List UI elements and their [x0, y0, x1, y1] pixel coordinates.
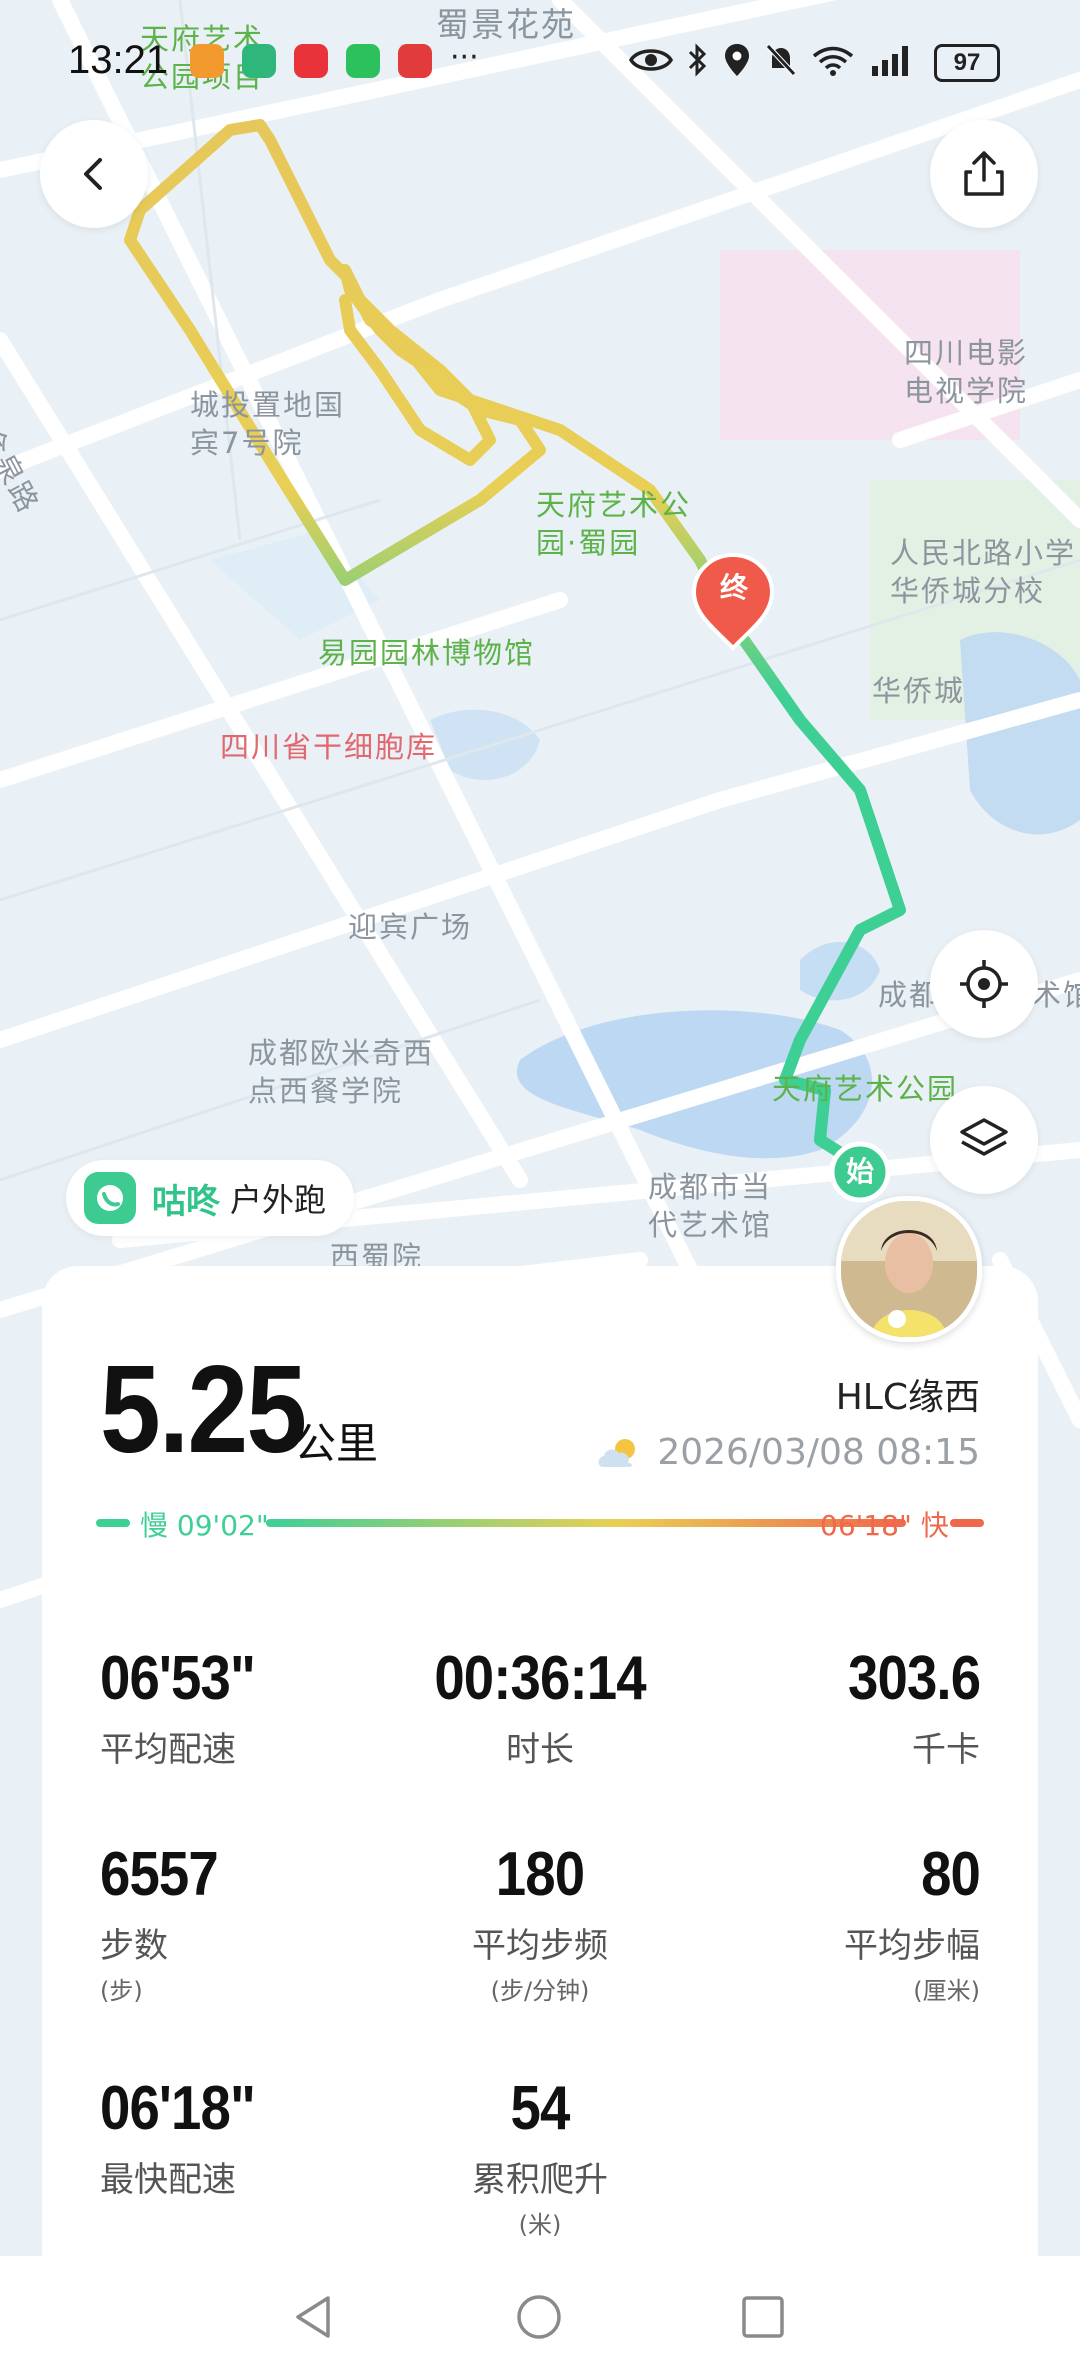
- pace-fast-label: 06'18" 快: [820, 1509, 949, 1542]
- chevron-left-icon: [84, 158, 102, 190]
- username: HLC缘西: [835, 1377, 980, 1418]
- location-icon: [725, 44, 749, 76]
- stat-value: 06'18": [100, 2074, 256, 2143]
- stat-cadence: 180 平均步频 (步/分钟): [390, 1840, 690, 2006]
- activity-datetime-row: 2026/03/08 08:15: [595, 1432, 980, 1473]
- eye-icon: [628, 49, 674, 71]
- stat-label: 千卡: [912, 1730, 980, 1770]
- map-label: 成都市当 代艺术馆: [648, 1170, 773, 1242]
- battery-indicator: 97: [934, 44, 1000, 82]
- stat-calories: 303.6 千卡: [830, 1644, 981, 1771]
- stat-stride: 80 平均步幅 (厘米): [844, 1840, 981, 2006]
- stat-value: 54: [510, 2074, 571, 2143]
- stat-value: 00:36:14: [434, 1644, 646, 1713]
- more-notifications-icon: ···: [450, 40, 479, 75]
- share-icon: [964, 151, 1004, 196]
- avatar[interactable]: [836, 1196, 982, 1342]
- notification-app-icon: [242, 44, 276, 78]
- stat-label: 最快配速: [100, 2160, 236, 2200]
- map-label: 四川省干细胞库: [220, 730, 438, 764]
- stat-steps: 6557 步数 (步): [100, 1840, 234, 2006]
- end-marker-label: 终: [719, 571, 748, 604]
- partly-cloudy-icon: [598, 1438, 636, 1467]
- stat-label: 累积爬升: [472, 2160, 608, 2200]
- locate-button[interactable]: [930, 930, 1038, 1038]
- stat-label: 平均配速: [100, 1730, 236, 1770]
- back-button[interactable]: [40, 120, 148, 228]
- codoon-logo-icon: [84, 1172, 136, 1224]
- nav-recents-button[interactable]: [740, 2294, 786, 2340]
- map-label: 天府艺术公 园·蜀园: [536, 488, 692, 560]
- stat-label: 平均步幅: [844, 1926, 980, 1966]
- map-label: 四川电影 电视学院: [904, 336, 1029, 408]
- map-label: 迎宾广场: [348, 910, 473, 944]
- map-label: 城投置地国 宾7号院: [190, 388, 346, 460]
- wechat-icon: [346, 44, 380, 78]
- map-label: 易园园林博物馆: [318, 636, 536, 670]
- stat-unit: (步): [100, 1977, 143, 2005]
- stat-label: 时长: [506, 1730, 574, 1770]
- nav-back-button[interactable]: [290, 2292, 336, 2342]
- system-nav-bar: [0, 2256, 1080, 2373]
- map-layers-button[interactable]: [930, 1086, 1038, 1194]
- notification-app-icon: [294, 44, 328, 78]
- distance-value: 5.25: [100, 1341, 307, 1479]
- stat-duration: 00:36:14 时长: [390, 1644, 690, 1771]
- stat-unit: (步/分钟): [490, 1977, 590, 2005]
- stat-value: 06'53": [100, 1644, 256, 1713]
- stat-value: 80: [921, 1840, 981, 1909]
- app-sport-badge: 咕咚 户外跑: [66, 1160, 355, 1236]
- wifi-icon: [812, 46, 854, 76]
- notification-app-icon: [190, 44, 224, 78]
- stat-value: 303.6: [847, 1644, 981, 1713]
- stat-label: 平均步频: [472, 1926, 608, 1966]
- cellular-signal-icon: [872, 46, 908, 76]
- mute-bell-icon: [766, 44, 796, 76]
- activity-datetime: 2026/03/08 08:15: [657, 1432, 980, 1473]
- stat-label: 步数: [100, 1926, 168, 1966]
- crosshair-icon: [960, 960, 1008, 1008]
- notification-app-icon: [398, 44, 432, 78]
- stat-unit: (米): [518, 2211, 562, 2239]
- share-button[interactable]: [930, 120, 1038, 228]
- map-label: 成都欧米奇西 点西餐学院: [248, 1036, 435, 1108]
- stat-avg-pace: 06'53" 平均配速: [100, 1644, 276, 1771]
- sport-type: 户外跑: [230, 1181, 327, 1219]
- map-label: 天府艺术公园: [772, 1072, 959, 1106]
- map-label: 人民北路小学 华侨城分校: [890, 536, 1077, 608]
- pace-slow-label: 慢 09'02": [140, 1509, 269, 1542]
- map-label: 华侨城: [872, 674, 966, 708]
- status-bar: 13:21 ··· 97: [0, 0, 1080, 120]
- status-time: 13:21: [68, 38, 169, 82]
- stat-fastest-pace: 06'18" 最快配速: [100, 2074, 276, 2201]
- stat-unit: (厘米): [913, 1977, 980, 2005]
- stat-value: 180: [495, 1840, 585, 1909]
- layers-icon: [960, 1118, 1008, 1156]
- bluetooth-icon: [688, 43, 707, 77]
- stat-elevation-gain: 54 累积爬升 (米): [390, 2074, 690, 2240]
- app-brand-name: 咕咚: [152, 1181, 220, 1222]
- distance-unit: 公里: [294, 1419, 379, 1468]
- start-marker-label: 始: [845, 1155, 874, 1188]
- stat-value: 6557: [100, 1840, 219, 1909]
- map-label: 术馆: [1032, 978, 1080, 1012]
- nav-home-button[interactable]: [514, 2292, 564, 2342]
